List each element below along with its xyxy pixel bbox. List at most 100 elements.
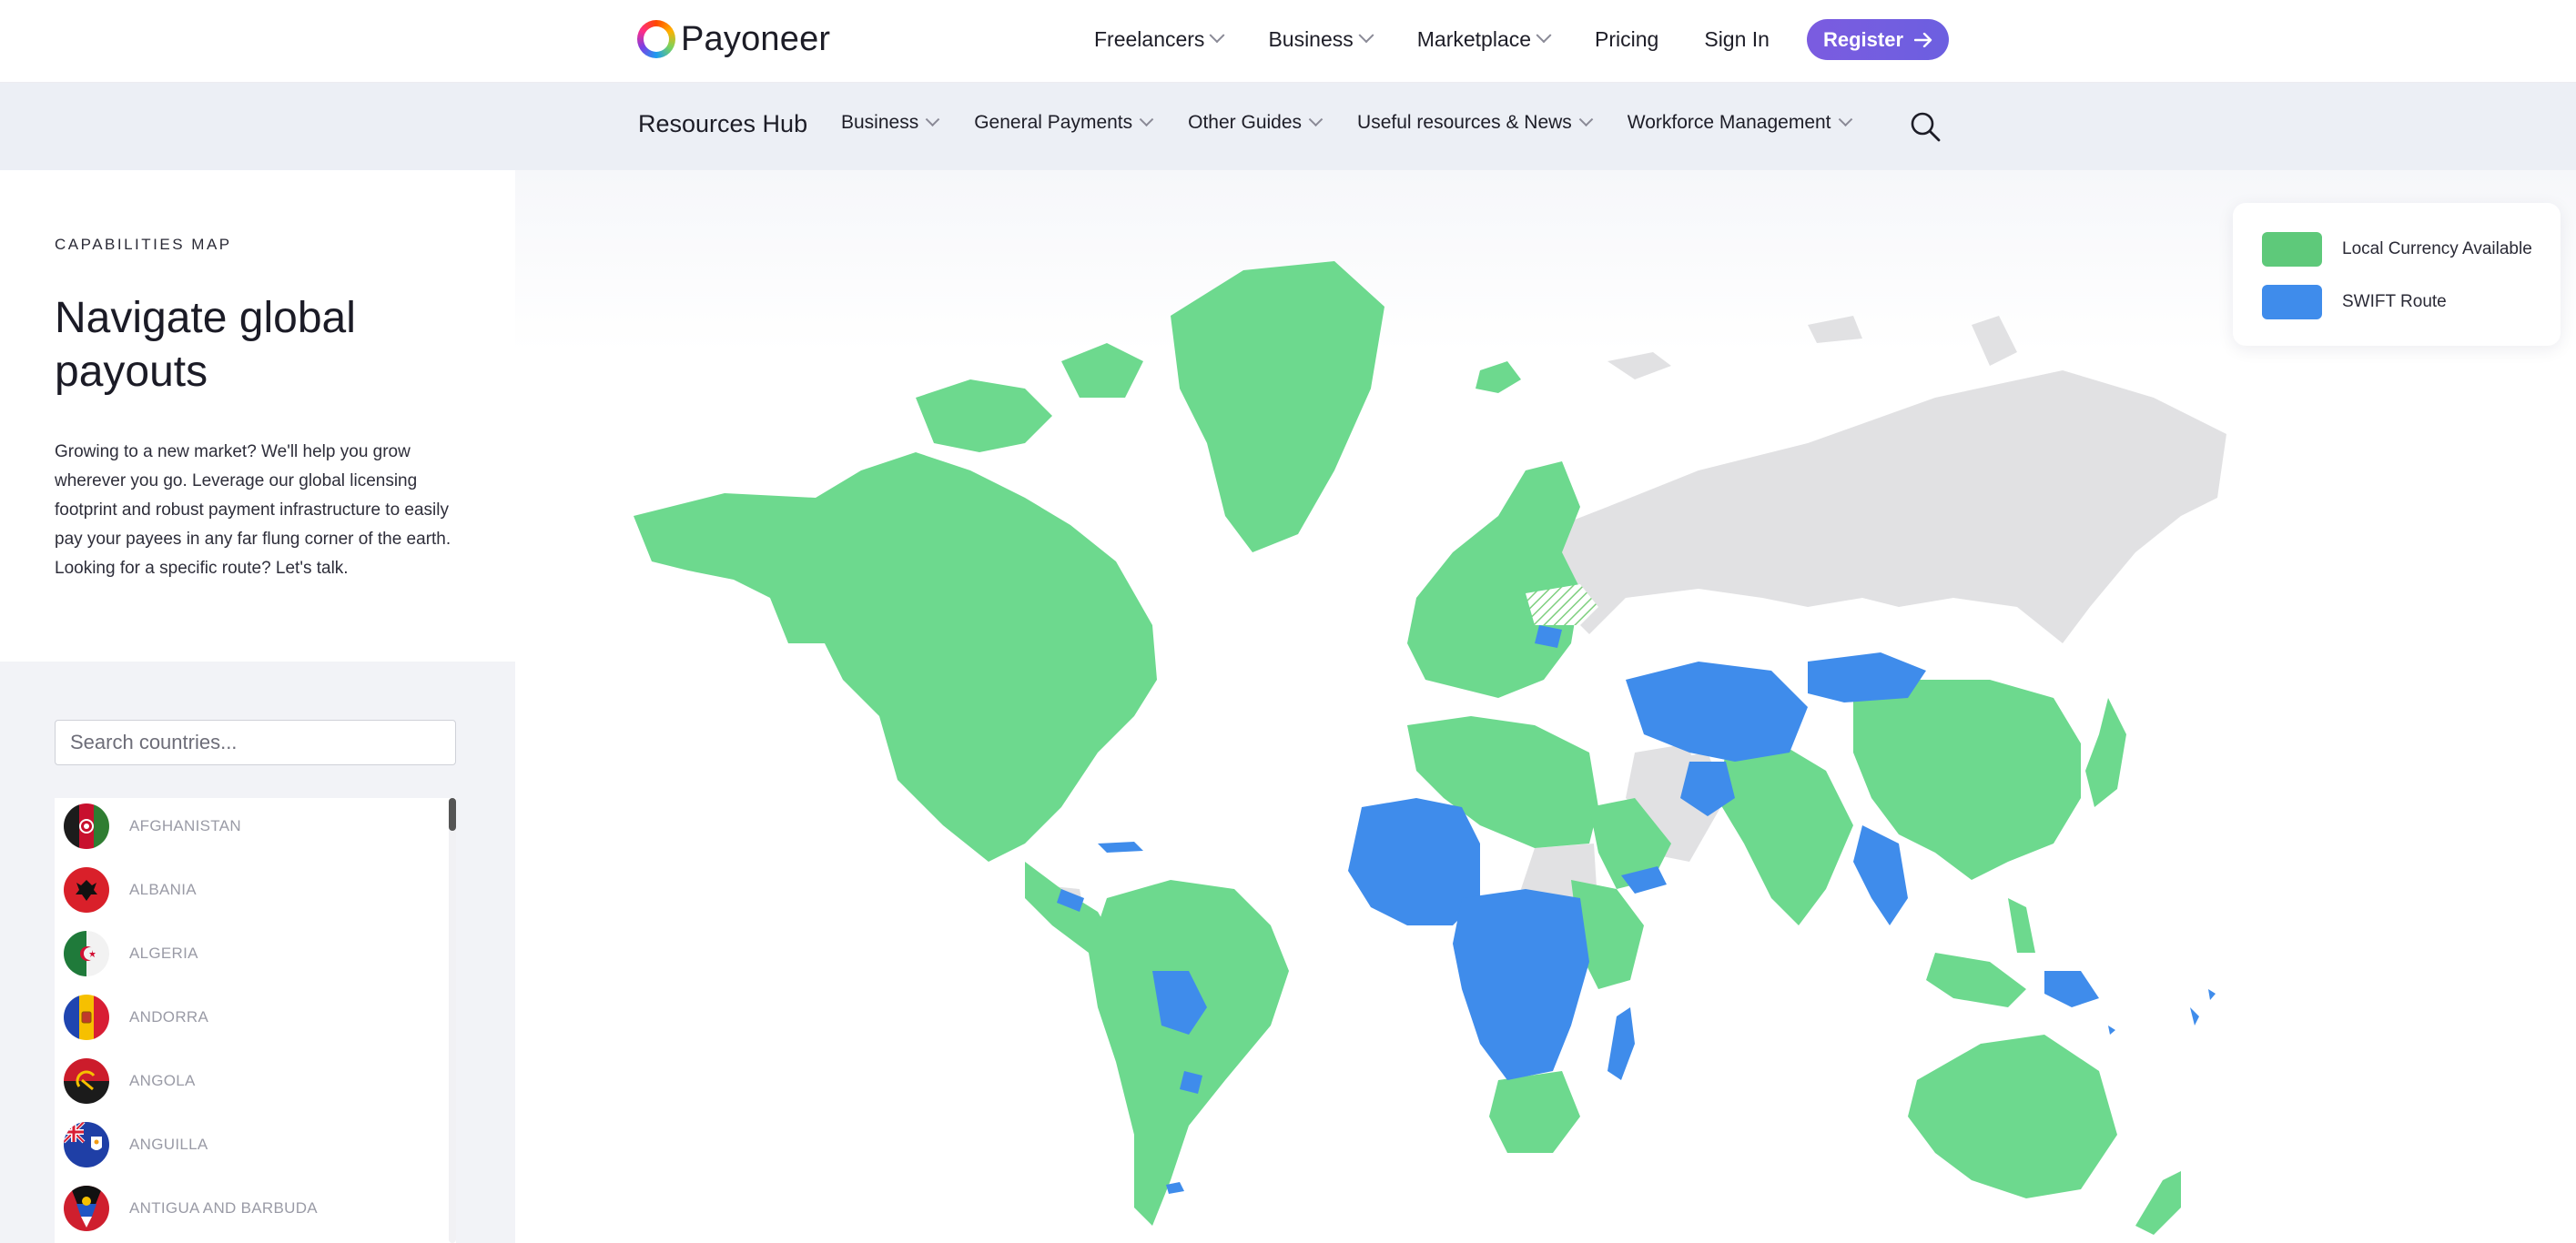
list-item[interactable]: ALGERIA bbox=[64, 929, 198, 978]
country-name: ANDORRA bbox=[129, 1008, 209, 1026]
afghanistan-flag-icon bbox=[64, 803, 109, 849]
country-name: ANGOLA bbox=[129, 1072, 196, 1089]
top-navigation-bar: Payoneer Freelancers Business Marketplac… bbox=[0, 0, 2576, 83]
list-item[interactable]: ANDORRA bbox=[64, 993, 208, 1042]
region-russia-islands[interactable] bbox=[1607, 316, 2017, 379]
resources-nav: Business General Payments Other Guides U… bbox=[841, 111, 1852, 134]
search-icon[interactable] bbox=[1909, 110, 1942, 143]
legend-label: SWIFT Route bbox=[2342, 292, 2447, 311]
nav-label: Freelancers bbox=[1094, 26, 1205, 51]
brand-name: Payoneer bbox=[681, 19, 831, 58]
subnav-label: Workforce Management bbox=[1627, 112, 1831, 133]
scrollbar-thumb[interactable] bbox=[449, 798, 456, 831]
region-southeast-asia[interactable] bbox=[1926, 898, 2035, 1007]
intro-description: Growing to a new market? We'll help you … bbox=[55, 442, 451, 578]
chevron-down-icon bbox=[1838, 111, 1852, 126]
subnav-label: Business bbox=[841, 112, 919, 133]
chevron-down-icon bbox=[1358, 27, 1374, 44]
algeria-flag-icon bbox=[64, 931, 109, 976]
region-new-zealand[interactable] bbox=[2135, 1171, 2181, 1235]
chevron-down-icon bbox=[1578, 111, 1594, 126]
list-item[interactable]: ALBANIA bbox=[64, 865, 197, 915]
resources-hub-bar: Resources Hub Business General Payments … bbox=[0, 83, 2576, 170]
payoneer-logo-icon bbox=[637, 20, 675, 58]
capabilities-map: Local Currency Available SWIFT Route bbox=[515, 170, 2576, 1243]
country-name: ANTIGUA AND BARBUDA bbox=[129, 1199, 318, 1217]
subnav-label: Useful resources & News bbox=[1357, 112, 1572, 133]
subnav-general-payments[interactable]: General Payments bbox=[974, 111, 1154, 134]
region-greenland[interactable] bbox=[1171, 261, 1384, 552]
chevron-down-icon bbox=[1209, 27, 1225, 44]
page-title: Navigate global payouts bbox=[55, 294, 356, 396]
arrow-right-icon bbox=[1914, 32, 1932, 47]
region-australia[interactable] bbox=[1908, 1035, 2117, 1198]
nav-pricing[interactable]: Pricing bbox=[1595, 27, 1658, 52]
list-item[interactable]: ANGUILLA bbox=[64, 1120, 208, 1169]
region-mongolia[interactable] bbox=[1808, 652, 1926, 702]
region-myanmar[interactable] bbox=[1853, 825, 1908, 925]
country-name: ALGERIA bbox=[129, 945, 198, 962]
region-papua[interactable] bbox=[2044, 971, 2099, 1007]
subnav-workforce-management[interactable]: Workforce Management bbox=[1627, 111, 1852, 134]
country-name: ALBANIA bbox=[129, 881, 197, 898]
region-india[interactable] bbox=[1717, 743, 1853, 925]
andorra-flag-icon bbox=[64, 995, 109, 1040]
list-item[interactable]: ANTIGUA AND BARBUDA bbox=[64, 1184, 318, 1233]
register-button[interactable]: Register bbox=[1807, 19, 1949, 60]
country-name: ANGUILLA bbox=[129, 1136, 208, 1153]
subnav-useful-resources[interactable]: Useful resources & News bbox=[1357, 111, 1594, 134]
capabilities-sidebar: CAPABILITIES MAP Navigate global payouts… bbox=[0, 170, 515, 1243]
local-currency-swatch bbox=[2262, 232, 2322, 267]
country-list: AFGHANISTAN ALBANIA ALGERIA ANDORRA ANGO… bbox=[55, 798, 456, 1243]
swift-route-swatch bbox=[2262, 285, 2322, 319]
payoneer-logo[interactable]: Payoneer bbox=[637, 18, 830, 60]
chevron-down-icon bbox=[1536, 27, 1552, 44]
nav-sign-in[interactable]: Sign In bbox=[1704, 27, 1770, 52]
register-label: Register bbox=[1822, 27, 1904, 51]
intro-card: CAPABILITIES MAP Navigate global payouts… bbox=[0, 170, 515, 662]
region-canadian-arctic[interactable] bbox=[916, 343, 1143, 452]
chevron-down-icon bbox=[925, 111, 940, 126]
region-pacific-islands[interactable] bbox=[2108, 989, 2216, 1035]
region-central-asia[interactable] bbox=[1626, 662, 1808, 762]
region-central-africa[interactable] bbox=[1453, 889, 1589, 1080]
subnav-other-guides[interactable]: Other Guides bbox=[1188, 111, 1323, 134]
subnav-business[interactable]: Business bbox=[841, 111, 940, 134]
chevron-down-icon bbox=[1308, 111, 1323, 126]
list-item[interactable]: AFGHANISTAN bbox=[64, 802, 241, 851]
region-cuba[interactable] bbox=[1098, 842, 1143, 853]
albania-flag-icon bbox=[64, 867, 109, 913]
region-japan[interactable] bbox=[2085, 698, 2126, 807]
region-iceland[interactable] bbox=[1476, 361, 1521, 393]
region-europe[interactable] bbox=[1407, 461, 1580, 698]
nav-label: Sign In bbox=[1704, 26, 1770, 51]
region-south-america[interactable] bbox=[1089, 880, 1289, 1226]
nav-marketplace[interactable]: Marketplace bbox=[1416, 26, 1552, 52]
primary-nav: Freelancers Business Marketplace Pricing… bbox=[1094, 20, 1770, 58]
legend-label: Local Currency Available bbox=[2342, 239, 2532, 258]
subnav-label: Other Guides bbox=[1188, 112, 1303, 133]
country-search-input[interactable] bbox=[55, 720, 456, 765]
angola-flag-icon bbox=[64, 1058, 109, 1104]
country-name: AFGHANISTAN bbox=[129, 817, 241, 834]
region-north-america[interactable] bbox=[634, 452, 1157, 862]
country-list-scrollbar[interactable] bbox=[449, 798, 456, 1243]
eyebrow-label: CAPABILITIES MAP bbox=[55, 236, 232, 253]
resources-hub-title[interactable]: Resources Hub bbox=[638, 110, 807, 138]
region-russia[interactable] bbox=[1535, 370, 2226, 643]
list-item[interactable]: ANGOLA bbox=[64, 1056, 196, 1106]
nav-label: Pricing bbox=[1595, 26, 1659, 51]
nav-business[interactable]: Business bbox=[1268, 26, 1374, 52]
nav-label: Marketplace bbox=[1416, 26, 1532, 51]
map-legend: Local Currency Available SWIFT Route bbox=[2233, 203, 2561, 346]
region-madagascar[interactable] bbox=[1607, 1007, 1635, 1080]
nav-label: Business bbox=[1268, 26, 1354, 51]
legend-item-swift: SWIFT Route bbox=[2262, 285, 2447, 319]
subnav-label: General Payments bbox=[974, 112, 1133, 133]
anguilla-flag-icon bbox=[64, 1122, 109, 1167]
legend-item-local-currency: Local Currency Available bbox=[2262, 232, 2532, 267]
chevron-down-icon bbox=[1139, 111, 1154, 126]
nav-freelancers[interactable]: Freelancers bbox=[1094, 26, 1225, 52]
antigua-and-barbuda-flag-icon bbox=[64, 1186, 109, 1231]
region-southern-africa[interactable] bbox=[1489, 1071, 1580, 1153]
